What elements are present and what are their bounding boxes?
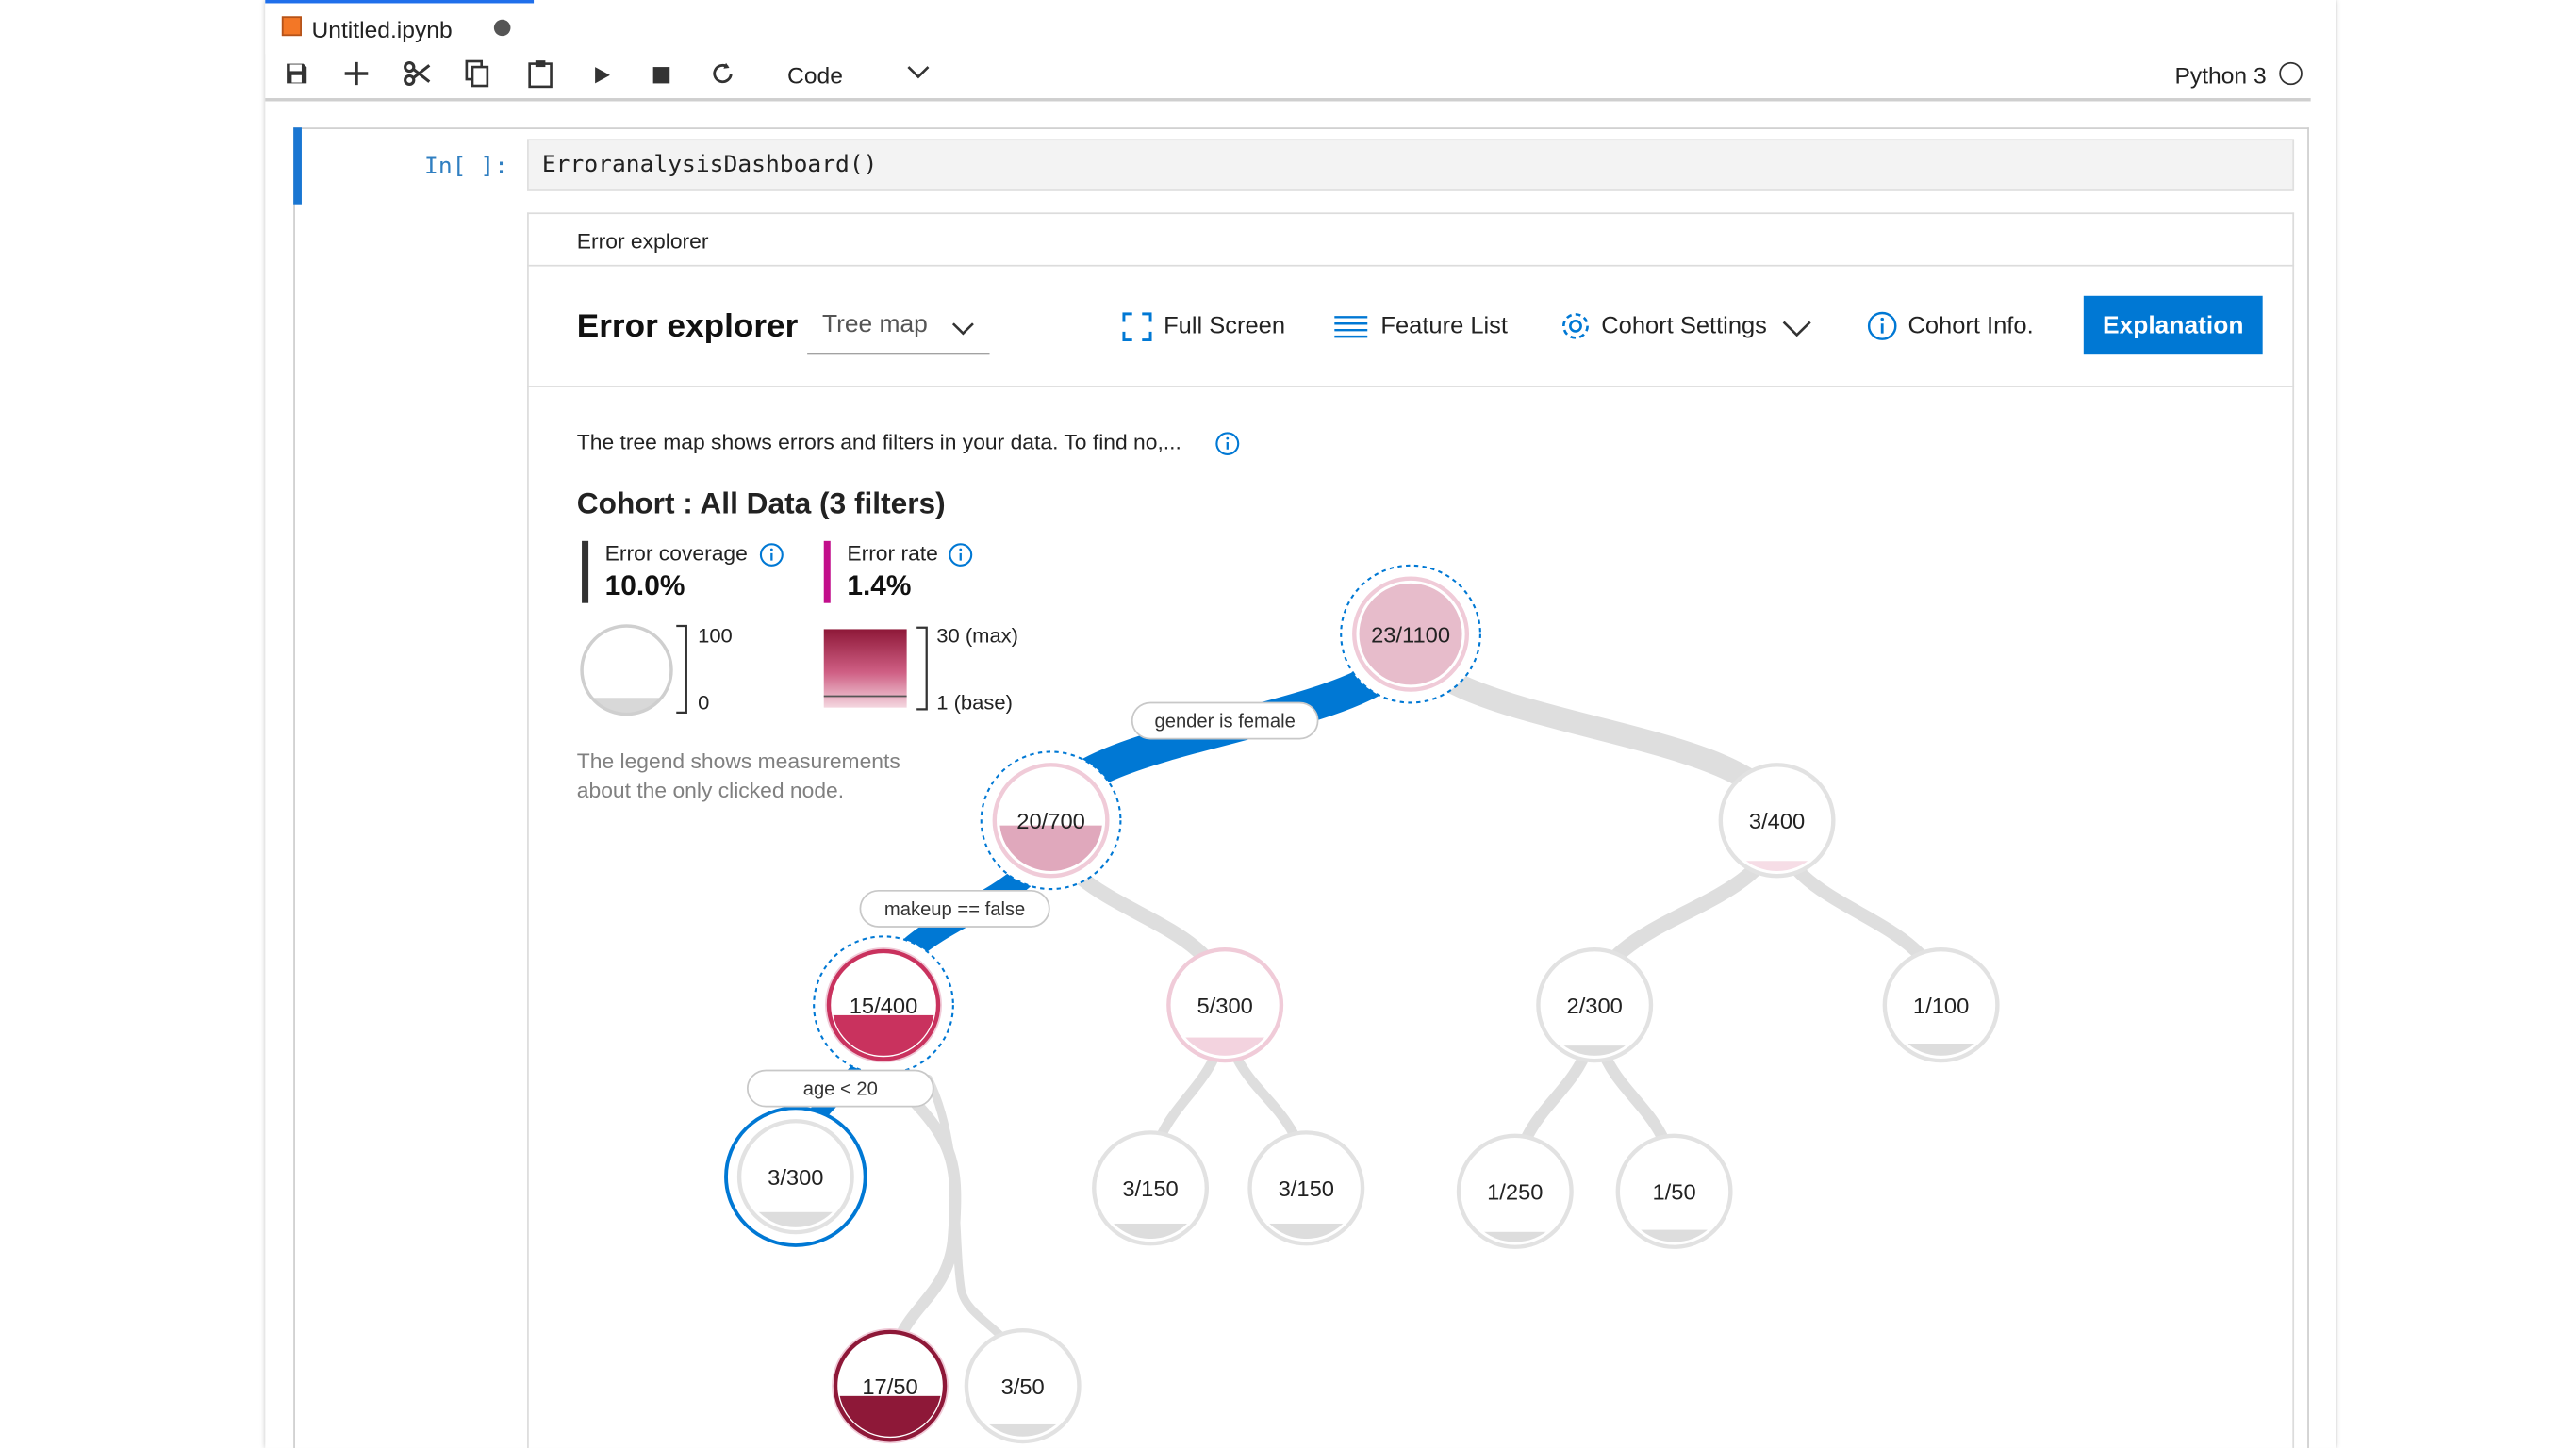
- tree-node-label: 23/1100: [1371, 622, 1450, 647]
- tree-node[interactable]: 3/50: [964, 1327, 1082, 1444]
- tree-node-label: 17/50: [862, 1374, 917, 1399]
- tree-node-label: 1/100: [1913, 994, 1969, 1018]
- svg-text:age < 20: age < 20: [803, 1079, 878, 1100]
- tree-node-label: 1/250: [1487, 1180, 1543, 1205]
- edge-filter-label: makeup == false: [859, 889, 1050, 928]
- tree-node[interactable]: 3/300: [724, 1106, 867, 1247]
- svg-text:gender is female: gender is female: [1154, 712, 1295, 732]
- tree-node-label: 3/50: [1001, 1374, 1045, 1399]
- tree-node[interactable]: 1/50: [1615, 1133, 1733, 1249]
- tree-node[interactable]: 1/250: [1456, 1133, 1574, 1249]
- tree-node[interactable]: 15/400: [813, 935, 954, 1076]
- tree-node-label: 5/300: [1197, 994, 1252, 1018]
- tree-node-label: 3/300: [768, 1165, 823, 1190]
- tree-node[interactable]: 3/150: [1092, 1130, 1210, 1246]
- tree-node[interactable]: 5/300: [1166, 947, 1284, 1063]
- node-error-fill: [838, 1395, 942, 1437]
- tree-node[interactable]: 2/300: [1536, 947, 1654, 1063]
- tree-node[interactable]: 3/400: [1718, 763, 1836, 879]
- tree-node-label: 2/300: [1567, 994, 1623, 1018]
- tree-node[interactable]: 3/150: [1247, 1130, 1365, 1246]
- tree-node-label: 3/400: [1749, 809, 1805, 833]
- tree-node-label: 3/150: [1122, 1176, 1178, 1201]
- tree-node[interactable]: 20/700: [980, 750, 1122, 891]
- tree-node-label: 3/150: [1279, 1176, 1334, 1201]
- tree-map: 23/1100 20/700 3/400 15/400 5/300 2/300 1/100 3…: [724, 564, 2000, 1444]
- edge-filter-label: age < 20: [746, 1069, 934, 1108]
- tree-node-label: 1/50: [1652, 1180, 1695, 1205]
- svg-text:makeup == false: makeup == false: [884, 899, 1025, 920]
- tree-node[interactable]: 1/100: [1882, 947, 2000, 1063]
- tree-node[interactable]: 17/50: [832, 1327, 949, 1444]
- tree-node-label: 15/400: [850, 994, 918, 1018]
- tree-node-label: 20/700: [1016, 809, 1085, 833]
- tree-node[interactable]: 23/1100: [1340, 564, 1481, 704]
- edge-filter-label: gender is female: [1131, 701, 1319, 740]
